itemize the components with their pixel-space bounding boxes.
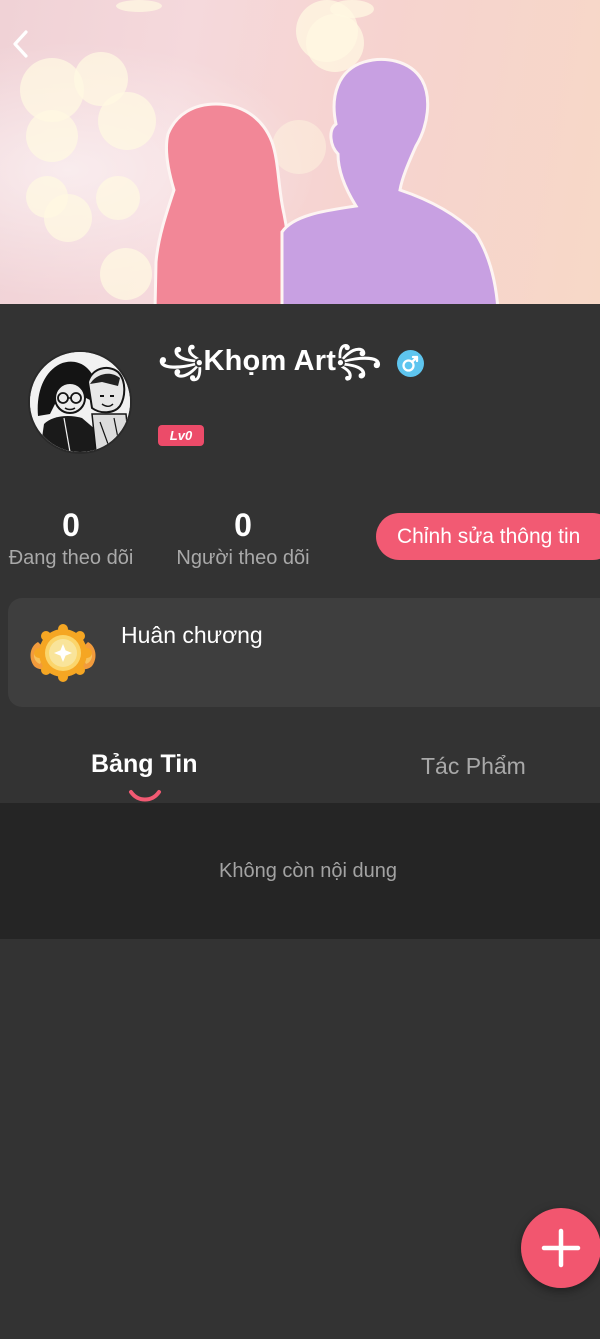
couple-silhouette	[153, 58, 500, 310]
edit-profile-button[interactable]: Chỉnh sửa thông tin	[376, 513, 600, 560]
followers-count: 0	[234, 507, 252, 543]
avatar-image	[30, 352, 130, 452]
medal-icon	[30, 624, 96, 682]
empty-feed-message: Không còn nội dung	[219, 860, 397, 882]
following-count: 0	[62, 507, 80, 543]
following-label: Đang theo dõi	[8, 547, 134, 569]
back-button[interactable]	[6, 26, 36, 62]
medal-label: Huân chương	[121, 622, 263, 648]
profile-name: ꧁Khọm Art꧂	[158, 345, 382, 377]
chevron-left-icon	[13, 30, 28, 58]
add-post-button[interactable]	[521, 1208, 600, 1288]
avatar[interactable]	[28, 350, 132, 454]
following-stat[interactable]: 0 Đang theo dõi	[0, 505, 142, 570]
active-tab-indicator	[129, 790, 161, 802]
followers-label: Người theo dõi	[176, 547, 310, 569]
tab-feed[interactable]: Bảng Tin	[91, 750, 197, 779]
level-badge: Lv0	[158, 425, 204, 446]
cover-banner	[0, 0, 600, 310]
tab-works[interactable]: Tác Phẩm	[421, 753, 526, 780]
followers-stat[interactable]: 0 Người theo dõi	[170, 505, 316, 570]
plus-icon	[541, 1228, 581, 1268]
gender-badge	[397, 350, 424, 377]
male-icon	[402, 355, 419, 372]
